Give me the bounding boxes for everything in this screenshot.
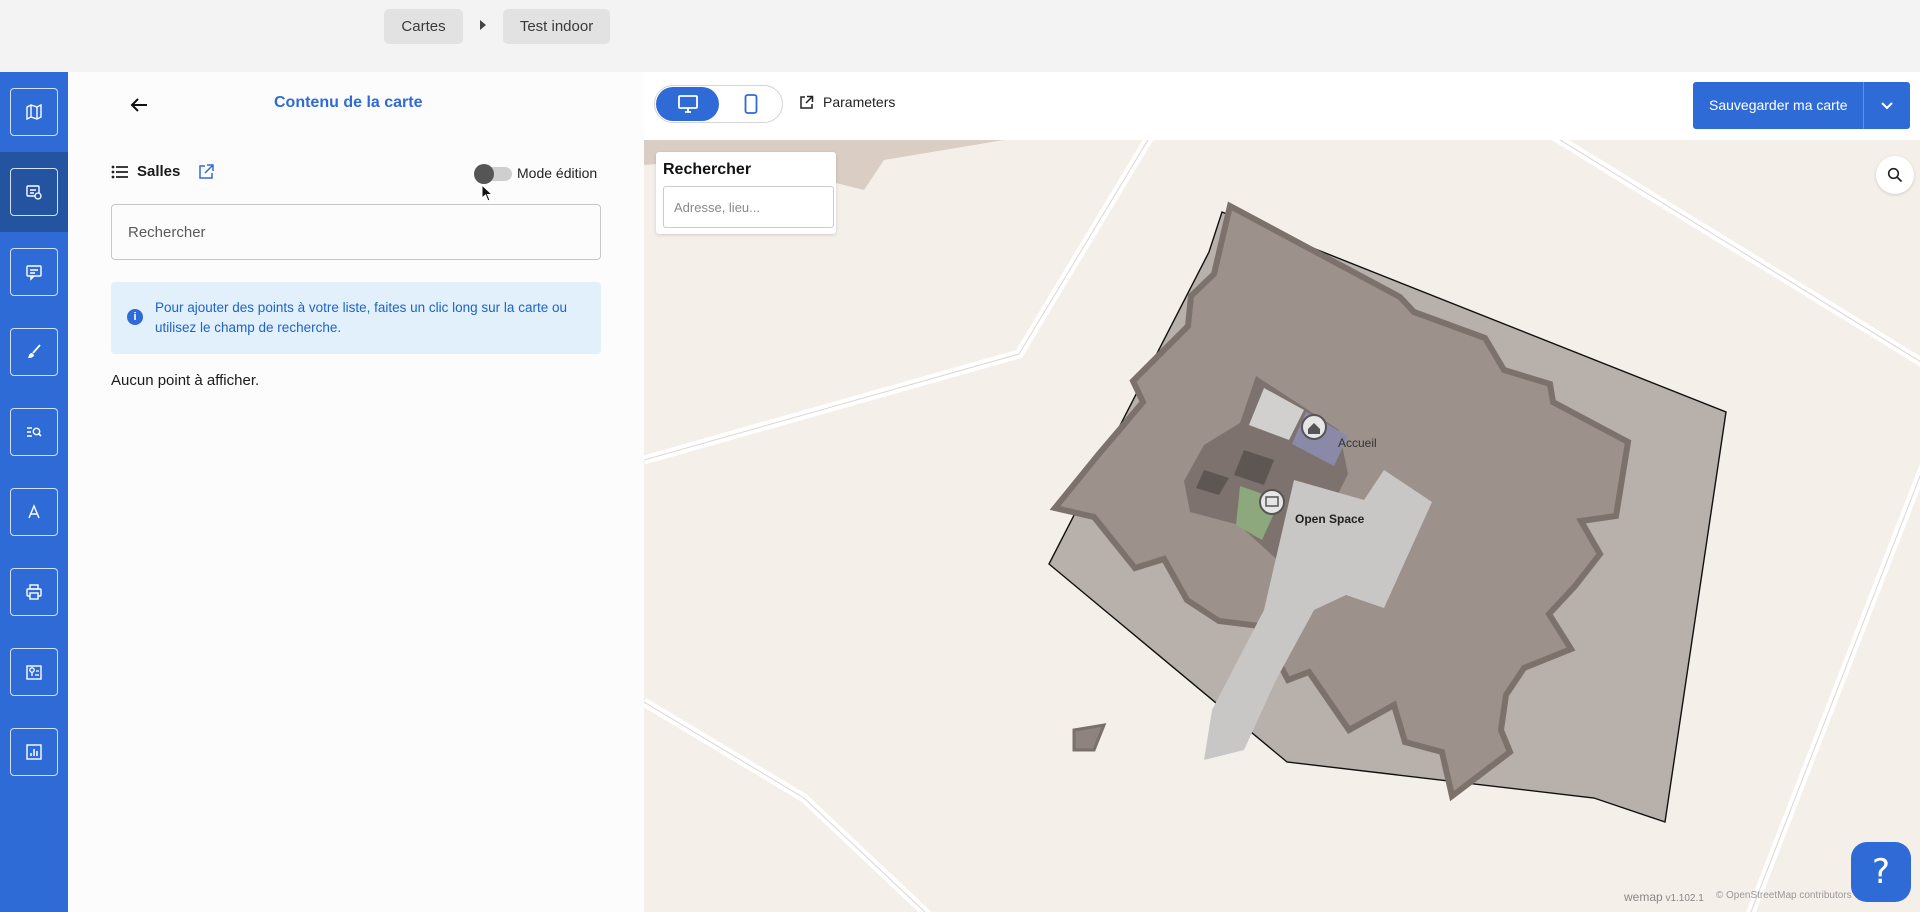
rail-item-search[interactable] (0, 392, 68, 472)
map-icon (26, 103, 42, 121)
rail-button-frame (10, 568, 58, 616)
edit-mode-toggle[interactable] (474, 164, 512, 184)
map-toolbar: Parameters Sauvegarder ma carte (644, 72, 1920, 140)
map-search-title: Rechercher (663, 161, 752, 178)
open-list-button[interactable] (197, 163, 217, 183)
sidebar-rail (0, 72, 68, 912)
map-content-icon (26, 185, 42, 200)
save-map-button[interactable]: Sauvegarder ma carte (1693, 82, 1910, 129)
parameters-link[interactable]: Parameters (799, 94, 895, 110)
rail-button-frame (10, 488, 58, 536)
breadcrumb-separator-icon (480, 20, 486, 30)
map-attribution: wemap v1.102.1 © OpenStreetMap contribut… (1624, 890, 1852, 904)
search-icon (1887, 167, 1903, 183)
indoor-map-drawing (644, 140, 1920, 912)
external-link-icon (199, 164, 214, 179)
panel-title: Contenu de la carte (274, 94, 423, 111)
rail-button-frame (10, 168, 58, 216)
mobile-view-button[interactable] (721, 87, 781, 121)
empty-state-text: Aucun point à afficher. (111, 372, 260, 389)
external-link-icon (800, 95, 814, 109)
rail-item-style[interactable] (0, 312, 68, 392)
street-road (1551, 140, 1920, 367)
arrow-left-icon (130, 98, 147, 112)
map-label-accueil: Accueil (1338, 436, 1377, 450)
rail-item-font[interactable] (0, 472, 68, 552)
print-icon (26, 584, 42, 600)
rail-item-map[interactable] (0, 72, 68, 152)
rail-button-frame (10, 408, 58, 456)
breadcrumb-item-current[interactable]: Test indoor (503, 9, 610, 44)
mobile-icon (744, 94, 758, 114)
edit-mode-label: Mode édition (517, 165, 598, 181)
parameters-label: Parameters (823, 94, 896, 110)
chevron-down-icon (1881, 101, 1893, 109)
info-banner: i Pour ajouter des points à votre liste,… (111, 282, 601, 354)
map-label-open-space: Open Space (1295, 512, 1365, 526)
info-text: Pour ajouter des points à votre liste, f… (155, 300, 567, 335)
content-panel: Contenu de la carte Salles Mode édition … (68, 72, 644, 912)
rail-button-frame (10, 328, 58, 376)
font-icon (28, 504, 40, 519)
map-search-input[interactable] (663, 186, 834, 228)
wemap-brand: wemap (1624, 890, 1663, 904)
street-edge (1559, 140, 1920, 362)
map-canvas[interactable]: Accueil Open Space Rechercher ? wemap v1… (644, 140, 1920, 912)
message-icon (26, 265, 42, 281)
poi-marker-open-space[interactable] (1259, 489, 1285, 515)
wemap-logo: wemap v1.102.1 (1624, 890, 1704, 904)
map-pin-icon (26, 665, 42, 680)
toggle-knob (474, 164, 494, 184)
rail-button-frame (10, 728, 58, 776)
list-header: Salles (111, 163, 180, 180)
brush-icon (28, 344, 41, 358)
rail-button-frame (10, 88, 58, 136)
help-button[interactable]: ? (1851, 842, 1911, 902)
rail-item-stats[interactable] (0, 712, 68, 792)
rail-item-map-content[interactable] (0, 152, 68, 232)
rail-item-location[interactable] (0, 632, 68, 712)
device-switcher (654, 85, 783, 123)
rail-item-messages[interactable] (0, 232, 68, 312)
breadcrumb-item-maps[interactable]: Cartes (384, 9, 463, 44)
question-mark-icon: ? (1871, 852, 1891, 892)
rail-button-frame (10, 648, 58, 696)
rail-item-print[interactable] (0, 552, 68, 632)
wemap-version: v1.102.1 (1665, 893, 1704, 904)
rail-button-frame (10, 248, 58, 296)
info-icon: i (127, 309, 143, 325)
map-search-widget: Rechercher (656, 152, 836, 234)
stats-icon (26, 744, 42, 760)
breadcrumb: Cartes Test indoor (0, 0, 1920, 57)
list-icon (111, 165, 128, 178)
save-options-dropdown[interactable] (1863, 82, 1910, 129)
street-road (644, 698, 932, 912)
desktop-icon (677, 95, 698, 113)
osm-attribution[interactable]: © OpenStreetMap contributors (1716, 890, 1852, 904)
list-search-input[interactable] (111, 204, 601, 260)
stair-feature (1072, 723, 1107, 752)
desktop-view-button[interactable] (656, 87, 719, 121)
list-name: Salles (137, 163, 181, 180)
back-button[interactable] (124, 90, 154, 120)
save-map-label: Sauvegarder ma carte (1709, 97, 1848, 113)
map-search-button[interactable] (1876, 156, 1914, 194)
search-list-icon (27, 427, 42, 437)
mouse-cursor-icon (481, 184, 493, 202)
